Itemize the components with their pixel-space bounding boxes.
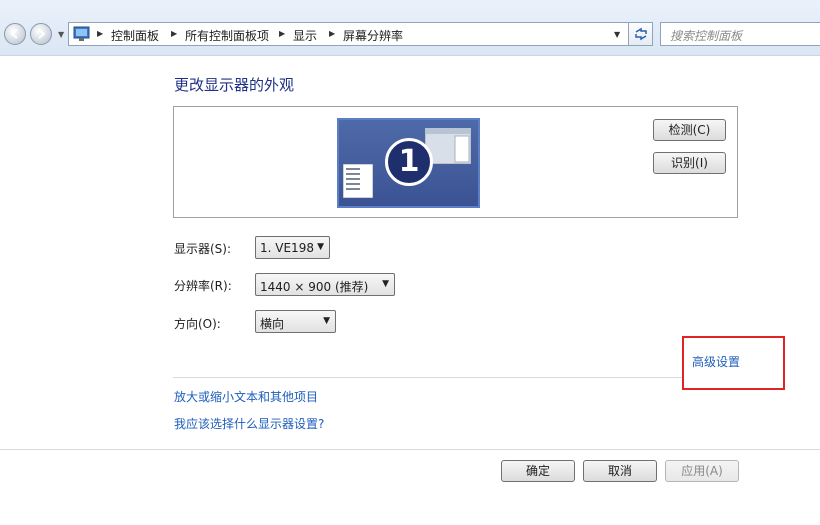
- text-size-link[interactable]: 放大或缩小文本和其他项目: [174, 388, 318, 405]
- window-icon: [343, 164, 373, 198]
- breadcrumb-arrow-icon: ▶: [171, 29, 178, 38]
- breadcrumb-arrow-icon: ▶: [97, 29, 104, 38]
- apply-button[interactable]: 应用(A): [665, 460, 739, 482]
- divider: [173, 377, 682, 378]
- orientation-select[interactable]: 横向 ▼: [255, 310, 336, 333]
- forward-arrow-icon: [38, 29, 46, 39]
- resolution-select[interactable]: 1440 × 900 (推荐) ▼: [255, 273, 395, 296]
- display-label: 显示器(S):: [174, 242, 232, 256]
- orientation-label: 方向(O):: [174, 317, 221, 331]
- address-bar[interactable]: ▶ 控制面板 ▶ 所有控制面板项 ▶ 显示 ▶ 屏幕分辨率 ▼: [68, 22, 653, 46]
- identify-button[interactable]: 识别(I): [653, 152, 726, 174]
- chevron-down-icon: ▼: [323, 316, 330, 326]
- back-arrow-icon: [10, 29, 18, 39]
- detect-button[interactable]: 检测(C): [653, 119, 726, 141]
- breadcrumb-arrow-icon: ▶: [329, 29, 336, 38]
- control-panel-icon: [73, 26, 90, 41]
- chevron-down-icon: ▼: [382, 279, 389, 289]
- display-help-link[interactable]: 我应该选择什么显示器设置?: [174, 415, 324, 432]
- highlight-box: [682, 336, 785, 390]
- breadcrumb-screen-resolution[interactable]: 屏幕分辨率: [343, 27, 403, 44]
- monitor-1-preview[interactable]: 1: [337, 118, 480, 208]
- display-select[interactable]: 1. VE198 ▼: [255, 236, 330, 259]
- monitor-preview-panel: 1 检测(C) 识别(I): [173, 106, 738, 218]
- resolution-label: 分辨率(R):: [174, 279, 232, 293]
- resolution-value: 1440 × 900 (推荐): [260, 280, 369, 294]
- recent-pages-chevron-icon[interactable]: ▼: [58, 30, 64, 39]
- ok-button[interactable]: 确定: [501, 460, 575, 482]
- breadcrumb-arrow-icon: ▶: [279, 29, 286, 38]
- search-placeholder: 搜索控制面板: [670, 29, 743, 43]
- page-title: 更改显示器的外观: [174, 76, 295, 94]
- breadcrumb-display[interactable]: 显示: [293, 27, 317, 44]
- monitor-number-badge: 1: [385, 138, 433, 186]
- refresh-button[interactable]: [628, 22, 653, 46]
- forward-button[interactable]: [30, 23, 52, 45]
- back-button[interactable]: [4, 23, 26, 45]
- search-input[interactable]: 搜索控制面板: [660, 22, 820, 46]
- breadcrumb-control-panel[interactable]: 控制面板: [111, 27, 159, 44]
- orientation-value: 横向: [260, 317, 285, 331]
- footer-divider: [0, 449, 820, 450]
- explorer-toolbar: ▼ ▶ 控制面板 ▶ 所有控制面板项 ▶ 显示 ▶ 屏幕分辨率 ▼ 搜索控制面板: [0, 0, 820, 56]
- refresh-icon: [635, 27, 647, 41]
- address-dropdown-icon[interactable]: ▼: [614, 30, 620, 39]
- cancel-button[interactable]: 取消: [583, 460, 657, 482]
- display-value: 1. VE198: [260, 241, 314, 255]
- breadcrumb-all-items[interactable]: 所有控制面板项: [185, 27, 269, 44]
- chevron-down-icon: ▼: [317, 242, 324, 252]
